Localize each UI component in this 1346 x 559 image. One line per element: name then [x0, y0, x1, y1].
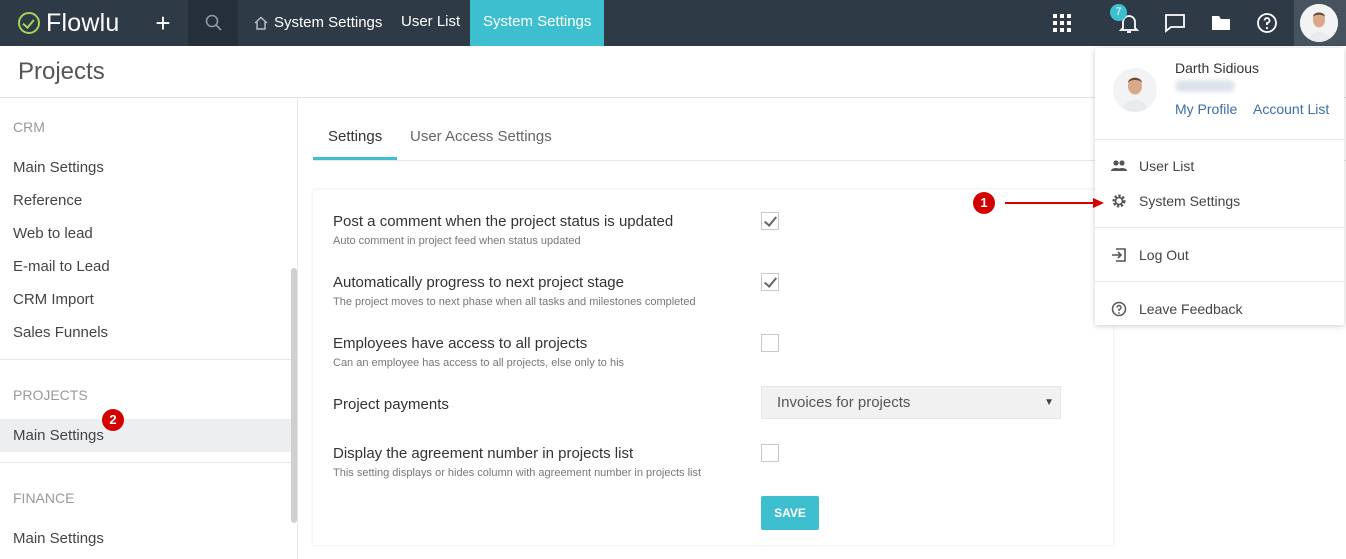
setting-title: Project payments [333, 396, 449, 413]
logout-icon [1111, 247, 1127, 263]
setting-title: Employees have access to all projects [333, 335, 588, 352]
annotation-marker-2: 2 [102, 409, 124, 431]
folder-icon[interactable] [1209, 11, 1233, 35]
menu-item-label: Log Out [1139, 247, 1189, 263]
tab-user-access-settings[interactable]: User Access Settings [395, 116, 567, 160]
logo-text: Flowlu [46, 8, 120, 37]
settings-card: Post a comment when the project status i… [313, 190, 1113, 545]
sidebar-divider [0, 359, 292, 360]
annotation-marker-1: 1 [973, 192, 995, 214]
menu-item-label: User List [1139, 158, 1195, 174]
notification-count-badge: 7 [1110, 4, 1127, 21]
chat-icon[interactable] [1163, 11, 1187, 35]
menu-divider [1095, 227, 1344, 228]
menu-item-leave-feedback[interactable]: Leave Feedback [1111, 299, 1243, 319]
setting-title: Display the agreement number in projects… [333, 445, 634, 462]
employee-access-checkbox[interactable] [761, 334, 779, 352]
avatar [1300, 4, 1338, 42]
users-icon [1111, 158, 1127, 174]
my-profile-link[interactable]: My Profile [1175, 101, 1237, 117]
status-comment-checkbox[interactable] [761, 212, 779, 230]
setting-description: This setting displays or hides column wi… [333, 467, 702, 479]
sidebar-scrollbar[interactable] [291, 268, 297, 523]
settings-sidebar: CRM Main Settings Reference Web to lead … [0, 98, 298, 559]
sidebar-item-sales-funnels[interactable]: Sales Funnels [0, 316, 292, 349]
flowlu-logo[interactable]: Flowlu [18, 8, 119, 38]
sidebar-item-finance-main-settings[interactable]: Main Settings [0, 522, 292, 555]
sidebar-group-crm: CRM [13, 119, 45, 135]
sidebar-item-crm-main-settings[interactable]: Main Settings [0, 151, 292, 184]
sidebar-group-finance: FINANCE [13, 490, 75, 506]
tab-label: System Settings [274, 14, 383, 31]
tab-system-settings-home[interactable]: System Settings [240, 0, 395, 46]
menu-item-label: System Settings [1139, 193, 1241, 209]
menu-item-system-settings[interactable]: System Settings [1111, 191, 1240, 211]
setting-description: Can an employee has access to all projec… [333, 357, 625, 369]
user-email-blurred [1175, 80, 1235, 92]
annotation-arrow-icon [1005, 198, 1104, 208]
menu-item-user-list[interactable]: User List [1111, 156, 1194, 176]
tab-system-settings-active[interactable]: System Settings [470, 0, 605, 53]
setting-title: Post a comment when the project status i… [333, 213, 674, 230]
apps-grid-icon[interactable] [1050, 11, 1074, 35]
top-navigation-bar: Flowlu + System Settings User List Syste… [0, 0, 1346, 53]
gear-icon [1111, 193, 1127, 209]
avatar [1113, 68, 1157, 112]
menu-divider [1095, 281, 1344, 282]
setting-description: The project moves to next phase when all… [333, 296, 696, 308]
tab-user-list[interactable]: User List [388, 0, 473, 46]
user-menu-dropdown: Darth Sidious My Profile Account List Us… [1095, 48, 1344, 325]
sidebar-item-crm-import[interactable]: CRM Import [0, 283, 292, 316]
sidebar-divider [0, 462, 292, 463]
user-avatar-button[interactable] [1294, 0, 1346, 46]
tab-settings[interactable]: Settings [313, 116, 398, 160]
sidebar-item-reference[interactable]: Reference [0, 184, 292, 217]
sidebar-item-web-to-lead[interactable]: Web to lead [0, 217, 292, 250]
feedback-icon [1111, 301, 1127, 317]
auto-progress-checkbox[interactable] [761, 273, 779, 291]
menu-item-label: Leave Feedback [1139, 301, 1243, 317]
caret-down-icon: ▼ [1044, 397, 1054, 408]
sidebar-item-email-to-lead[interactable]: E-mail to Lead [0, 250, 292, 283]
sidebar-item-projects-main-settings[interactable]: Main Settings [0, 419, 292, 452]
project-payments-select[interactable]: Invoices for projects ▼ [761, 386, 1061, 419]
agreement-number-checkbox[interactable] [761, 444, 779, 462]
search-button[interactable] [188, 0, 238, 46]
select-value: Invoices for projects [777, 394, 911, 411]
account-list-link[interactable]: Account List [1253, 101, 1329, 117]
search-icon [205, 14, 222, 31]
menu-divider [1095, 139, 1344, 140]
logo-check-icon [18, 12, 40, 34]
sidebar-group-projects: PROJECTS [13, 387, 88, 403]
menu-item-log-out[interactable]: Log Out [1111, 245, 1189, 265]
plus-icon[interactable]: + [150, 8, 176, 38]
save-button[interactable]: SAVE [761, 496, 819, 530]
setting-description: Auto comment in project feed when status… [333, 235, 581, 247]
home-icon [254, 16, 268, 30]
setting-title: Automatically progress to next project s… [333, 274, 624, 291]
help-icon[interactable] [1255, 11, 1279, 35]
user-name: Darth Sidious [1175, 60, 1260, 76]
page-title: Projects [18, 58, 105, 85]
